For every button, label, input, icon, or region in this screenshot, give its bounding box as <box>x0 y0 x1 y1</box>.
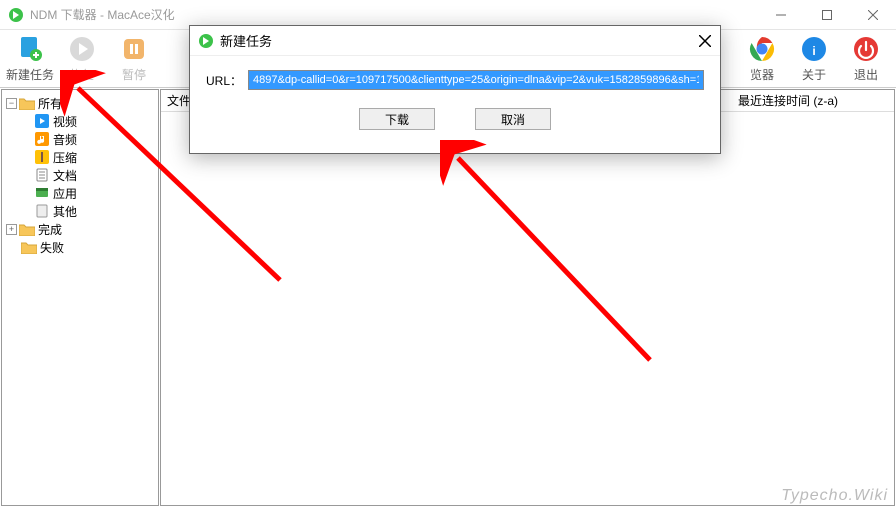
pause-icon <box>119 34 149 64</box>
audio-icon <box>34 131 50 147</box>
folder-icon <box>19 221 35 237</box>
folder-icon <box>21 239 37 255</box>
browser-button[interactable]: 览器 <box>736 32 788 86</box>
browser-label: 览器 <box>750 66 774 83</box>
dialog-title: 新建任务 <box>220 31 690 50</box>
cancel-button[interactable]: 取消 <box>475 108 551 130</box>
other-icon <box>34 203 50 219</box>
pause-button[interactable]: 暂停 <box>108 32 160 86</box>
window-title: NDM 下载器 - MacAce汉化 <box>30 6 758 23</box>
tree-app[interactable]: 应用 <box>32 184 156 202</box>
tree-done[interactable]: + 完成 <box>4 220 156 238</box>
video-icon <box>34 113 50 129</box>
dialog-titlebar: 新建任务 <box>190 26 720 56</box>
tree-fail[interactable]: 失败 <box>4 238 156 256</box>
exit-button[interactable]: 退出 <box>840 32 892 86</box>
browser-icon <box>747 34 777 64</box>
minimize-button[interactable] <box>758 0 804 30</box>
exit-label: 退出 <box>854 66 878 83</box>
tree-all[interactable]: − 所有 <box>4 94 156 112</box>
resume-label: 恢复 <box>70 66 94 83</box>
expand-icon[interactable]: + <box>6 224 17 235</box>
about-button[interactable]: i 关于 <box>788 32 840 86</box>
svg-text:i: i <box>812 44 815 58</box>
dialog-app-icon <box>198 33 214 49</box>
pause-label: 暂停 <box>122 66 146 83</box>
download-button[interactable]: 下载 <box>359 108 435 130</box>
resume-button[interactable]: 恢复 <box>56 32 108 86</box>
maximize-button[interactable] <box>804 0 850 30</box>
new-task-button[interactable]: 新建任务 <box>4 32 56 86</box>
about-label: 关于 <box>802 66 826 83</box>
tree-video[interactable]: 视频 <box>32 112 156 130</box>
tree-audio[interactable]: 音频 <box>32 130 156 148</box>
archive-icon <box>34 149 50 165</box>
doc-icon <box>34 167 50 183</box>
url-input[interactable] <box>248 70 704 90</box>
tree-doc[interactable]: 文档 <box>32 166 156 184</box>
app-icon-tree <box>34 185 50 201</box>
new-task-dialog: 新建任务 URL： 下载 取消 <box>189 25 721 154</box>
column-time[interactable]: 最近连接时间 (z-a) <box>738 92 888 109</box>
close-button[interactable] <box>850 0 896 30</box>
url-label: URL： <box>206 72 242 89</box>
app-icon <box>8 7 24 23</box>
dialog-close-button[interactable] <box>690 26 720 56</box>
new-task-icon <box>15 34 45 64</box>
about-icon: i <box>799 34 829 64</box>
folder-icon <box>19 95 35 111</box>
new-task-label: 新建任务 <box>6 66 54 83</box>
sidebar-tree[interactable]: − 所有 视频 音频 压缩 文档 应用 其他 + 完成 失败 <box>1 89 159 506</box>
tree-other[interactable]: 其他 <box>32 202 156 220</box>
exit-icon <box>851 34 881 64</box>
collapse-icon[interactable]: − <box>6 98 17 109</box>
resume-icon <box>67 34 97 64</box>
tree-archive[interactable]: 压缩 <box>32 148 156 166</box>
